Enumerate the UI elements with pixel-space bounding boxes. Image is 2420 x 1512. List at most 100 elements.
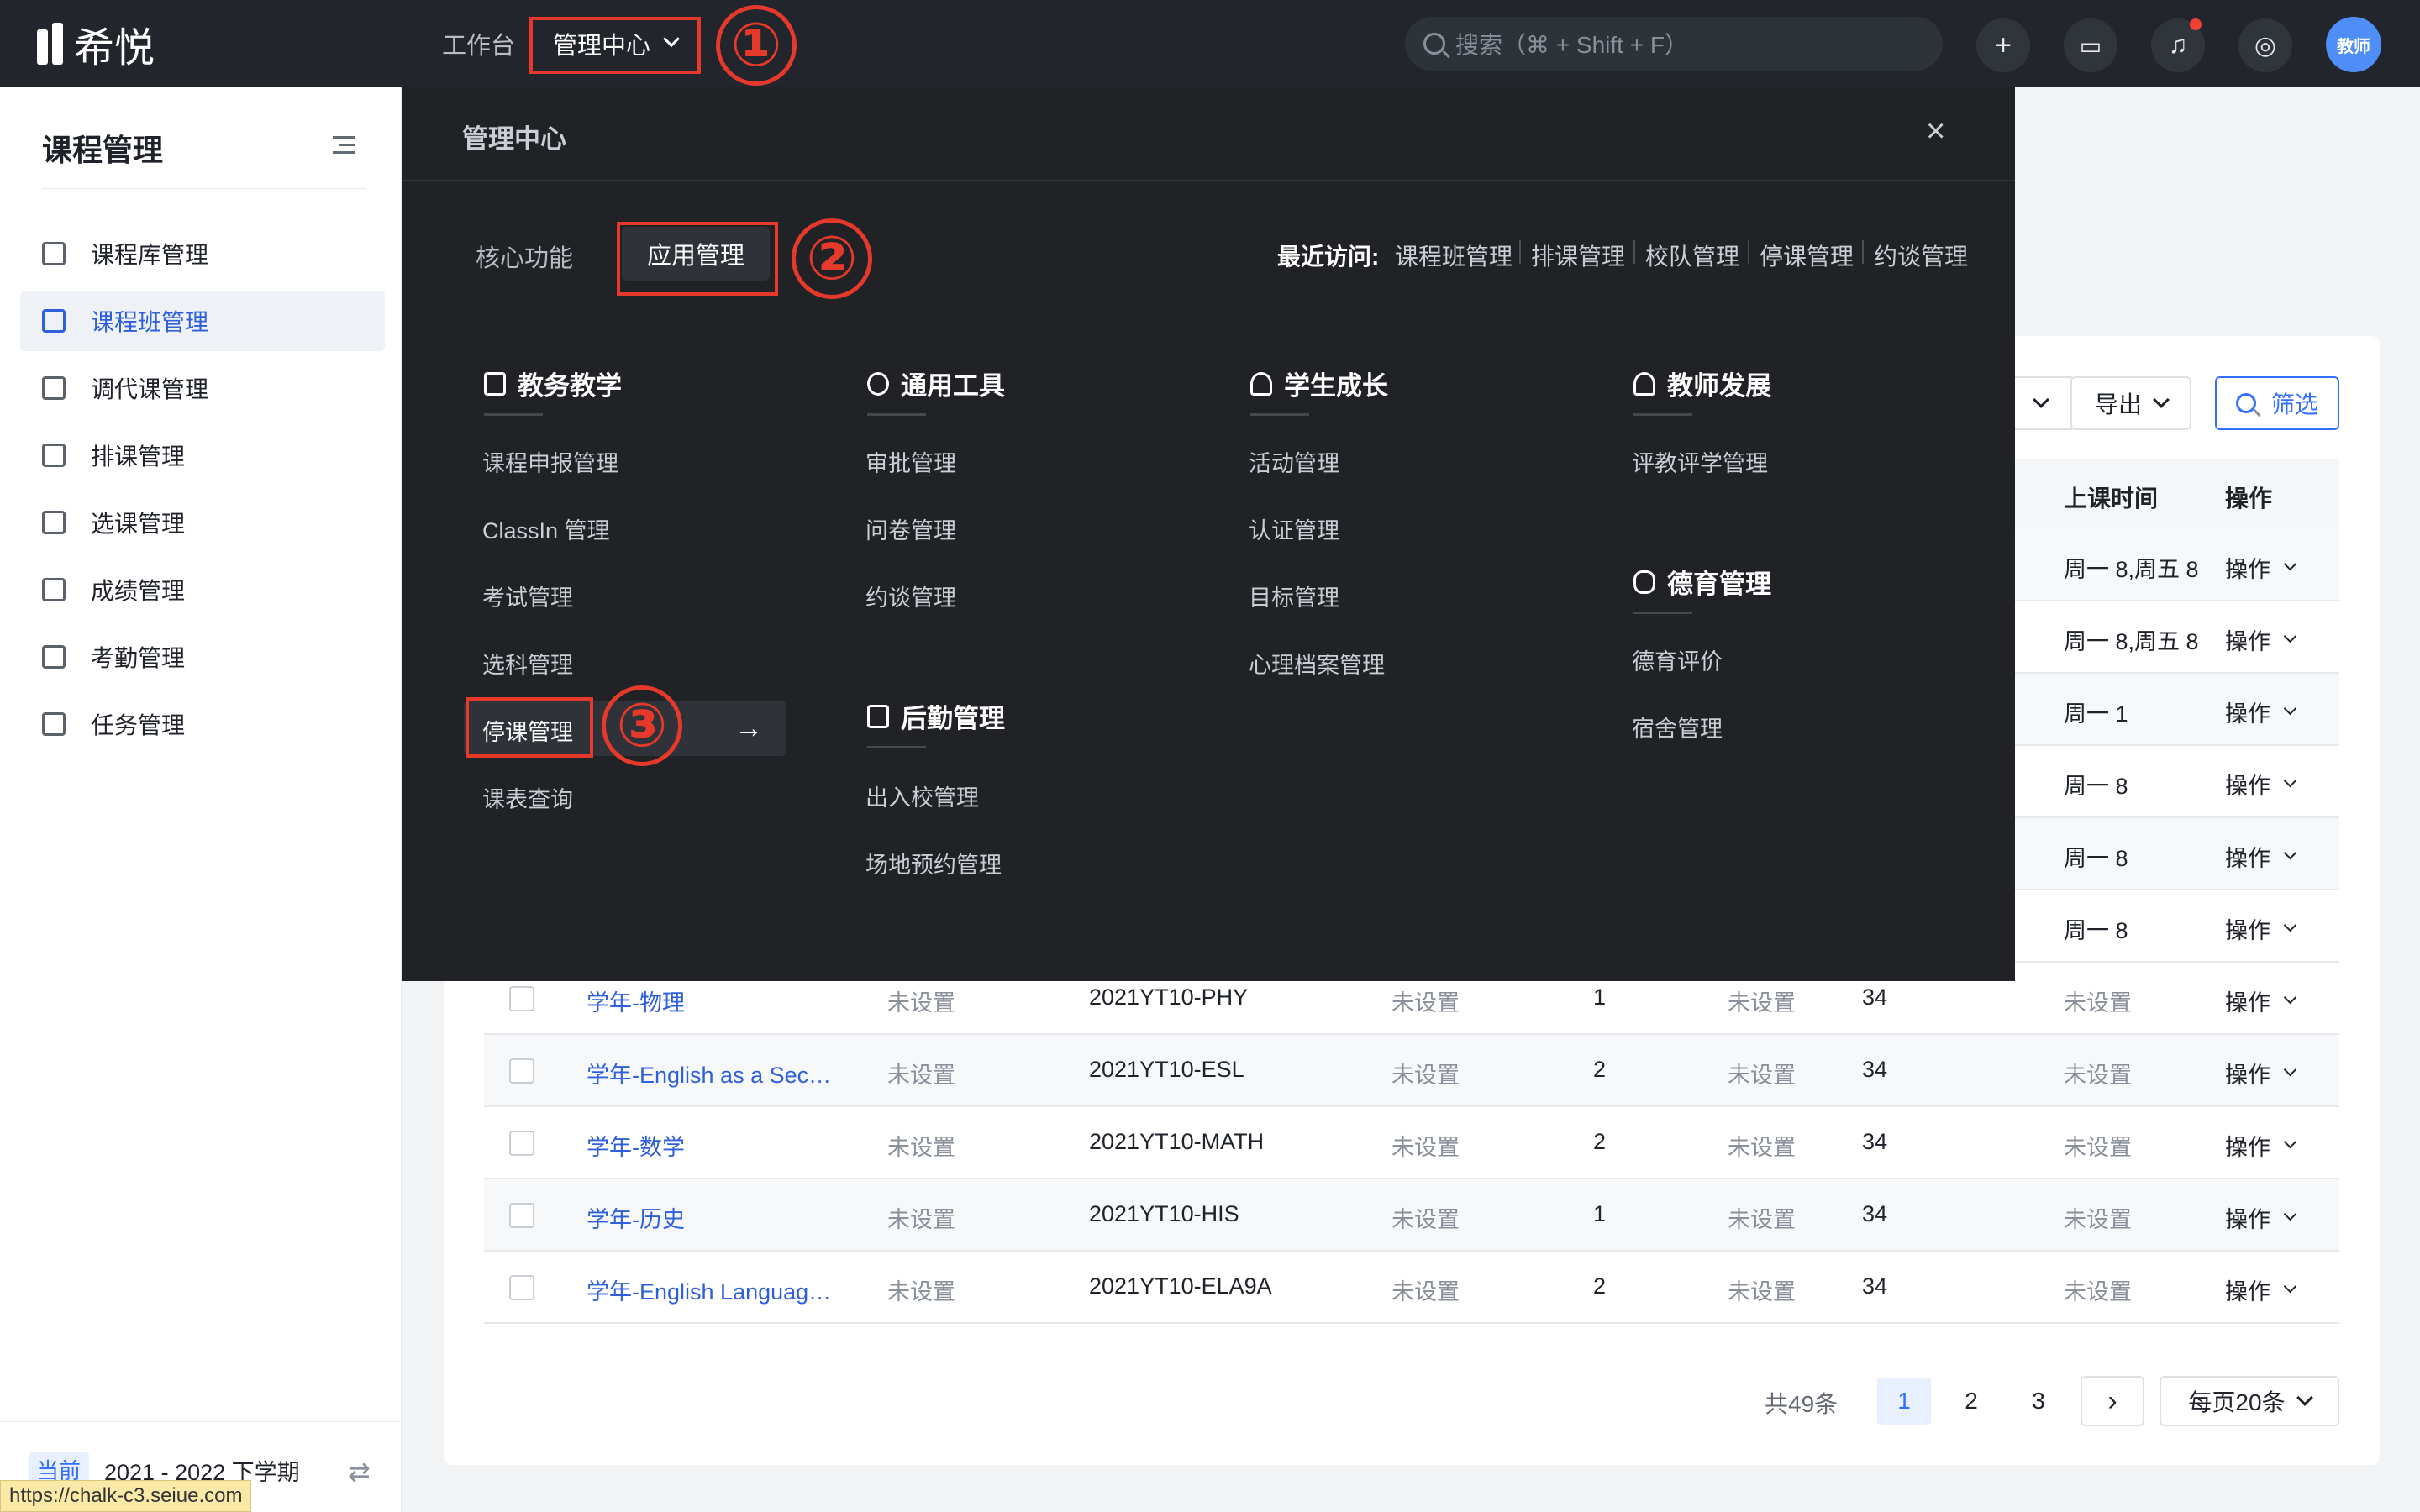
row-action-menu[interactable]: 操作 xyxy=(2225,623,2297,656)
chevron-down-icon xyxy=(2283,701,2297,716)
row-action-menu[interactable]: 操作 xyxy=(2225,1057,2297,1089)
checkbox-icon xyxy=(42,511,66,534)
divider xyxy=(1634,240,1635,264)
cell-time: 未设置 xyxy=(2064,1063,2132,1088)
filter-label: 筛选 xyxy=(2270,391,2318,417)
cell-class-name[interactable]: 学年-数学 xyxy=(587,1129,685,1162)
menu-item-activity[interactable]: 活动管理 xyxy=(1249,445,1339,478)
menu-item-psych-records[interactable]: 心理档案管理 xyxy=(1249,647,1385,680)
menu-item-timetable[interactable]: 课表查询 xyxy=(482,781,573,814)
bell-icon[interactable]: ♫ xyxy=(2151,18,2205,72)
category-title: 通用工具 xyxy=(901,371,1005,401)
menu-item-venue-booking[interactable]: 场地预约管理 xyxy=(865,847,1002,879)
row-action-menu[interactable]: 操作 xyxy=(2225,696,2297,728)
menu-item-certification[interactable]: 认证管理 xyxy=(1249,512,1339,545)
cell: 未设置 xyxy=(1728,990,1796,1016)
menu-item-course-application[interactable]: 课程申报管理 xyxy=(482,445,618,478)
menu-item-exam[interactable]: 考试管理 xyxy=(482,580,573,612)
plus-icon[interactable]: + xyxy=(1976,18,2030,72)
page-3-button[interactable]: 3 xyxy=(2012,1378,2065,1425)
annotation-box-2 xyxy=(617,222,778,296)
recent-link[interactable]: 校队管理 xyxy=(1645,239,1739,272)
menu-item-subject-selection[interactable]: 选科管理 xyxy=(482,647,573,680)
row-checkbox[interactable] xyxy=(509,1058,534,1084)
category-title: 后勤管理 xyxy=(901,704,1005,733)
row-action-menu[interactable]: 操作 xyxy=(2225,840,2297,873)
cell-class-name[interactable]: 学年-English as a Sec… xyxy=(587,1057,831,1089)
op-label: 操作 xyxy=(2225,701,2270,727)
page-1-button[interactable]: 1 xyxy=(1877,1378,1931,1425)
divider xyxy=(1519,240,1521,264)
sidebar-item-scheduling[interactable]: 排课管理 xyxy=(20,425,385,486)
avatar[interactable]: 教师 xyxy=(2326,17,2381,72)
filter-button[interactable]: 筛选 xyxy=(2215,376,2339,430)
cell-time: 周一 8 xyxy=(2064,846,2128,871)
cell-time: 周一 8,周五 8 xyxy=(2064,557,2199,582)
grades-icon xyxy=(42,578,66,601)
row-action-menu[interactable]: 操作 xyxy=(2225,1129,2297,1162)
sidebar-item-course-class[interactable]: 课程班管理 xyxy=(20,291,385,351)
sidebar-item-substitute[interactable]: 调代课管理 xyxy=(20,358,385,418)
row-action-menu[interactable]: 操作 xyxy=(2225,551,2297,584)
sidebar-item-tasks[interactable]: 任务管理 xyxy=(20,694,385,754)
substitute-icon xyxy=(42,376,66,400)
nav-workbench[interactable]: 工作台 xyxy=(442,25,515,62)
menu-item-goals[interactable]: 目标管理 xyxy=(1249,580,1339,612)
cell-class-name[interactable]: 学年-物理 xyxy=(587,984,685,1017)
sidebar-item-course-library[interactable]: 课程库管理 xyxy=(20,223,385,284)
row-action-menu[interactable]: 操作 xyxy=(2225,1201,2297,1234)
row-checkbox[interactable] xyxy=(509,1275,534,1300)
term-switcher[interactable]: 当前 2021 - 2022 下学期 ⇄ https://chalk-c3.se… xyxy=(0,1421,402,1512)
sidebar-item-attendance[interactable]: 考勤管理 xyxy=(20,627,385,687)
recent-link[interactable]: 课程班管理 xyxy=(1395,239,1512,272)
next-page-button[interactable]: › xyxy=(2081,1376,2144,1426)
close-icon[interactable]: × xyxy=(1926,113,1945,150)
tab-core-functions[interactable]: 核心功能 xyxy=(476,239,573,274)
cell: 未设置 xyxy=(1728,1063,1796,1088)
row-action-menu[interactable]: 操作 xyxy=(2225,1273,2297,1306)
task-list-icon xyxy=(42,712,66,736)
message-icon[interactable]: ▭ xyxy=(2064,18,2118,72)
row-checkbox[interactable] xyxy=(509,1203,534,1228)
op-label: 操作 xyxy=(2225,1135,2270,1160)
recent-link[interactable]: 约谈管理 xyxy=(1874,239,1968,272)
schedule-icon xyxy=(42,444,66,467)
row-action-menu[interactable]: 操作 xyxy=(2225,984,2297,1017)
menu-item-approval[interactable]: 审批管理 xyxy=(865,445,956,478)
category-title: 教务教学 xyxy=(518,371,622,401)
chevron-down-icon xyxy=(2283,918,2297,932)
row-action-menu[interactable]: 操作 xyxy=(2225,912,2297,945)
row-action-menu[interactable]: 操作 xyxy=(2225,768,2297,801)
sidebar-item-grades[interactable]: 成绩管理 xyxy=(20,559,385,620)
row-checkbox[interactable] xyxy=(509,986,534,1011)
cell-time: 未设置 xyxy=(2064,1279,2132,1305)
category-underline xyxy=(1634,413,1692,416)
help-icon[interactable]: ◎ xyxy=(2238,18,2292,72)
menu-item-moral-evaluation[interactable]: 德育评价 xyxy=(1632,643,1723,676)
cell-class-name[interactable]: 学年-历史 xyxy=(587,1201,685,1234)
page-2-button[interactable]: 2 xyxy=(1944,1378,1998,1425)
menu-item-dormitory[interactable]: 宿舍管理 xyxy=(1632,711,1723,743)
arrow-right-icon[interactable]: → xyxy=(734,712,763,745)
cell-class-name[interactable]: 学年-English Languag… xyxy=(587,1273,831,1306)
menu-item-teaching-evaluation[interactable]: 评教评学管理 xyxy=(1632,445,1768,478)
menu-item-campus-access[interactable]: 出入校管理 xyxy=(865,780,979,812)
recent-link[interactable]: 排课管理 xyxy=(1531,239,1625,272)
collapse-icon[interactable] xyxy=(333,136,355,155)
recent-link[interactable]: 停课管理 xyxy=(1760,239,1854,272)
table-row: 学年-English Languag… 未设置 2021YT10-ELA9A 未… xyxy=(484,1252,2339,1324)
cell: 未设置 xyxy=(1728,1279,1796,1305)
menu-item-classin[interactable]: ClassIn 管理 xyxy=(482,512,610,545)
category-logistics: 后勤管理 xyxy=(867,697,1005,735)
switch-icon[interactable]: ⇄ xyxy=(348,1456,371,1488)
dropdown-button[interactable] xyxy=(2007,376,2075,430)
row-checkbox[interactable] xyxy=(509,1131,534,1156)
page-size-select[interactable]: 每页20条 xyxy=(2160,1376,2339,1426)
global-search-input[interactable]: 搜索（⌘ + Shift + F） xyxy=(1405,17,1943,71)
app-logo[interactable]: 希悦 xyxy=(37,20,155,71)
chevron-down-icon xyxy=(2153,391,2170,408)
menu-item-interview[interactable]: 约谈管理 xyxy=(865,580,956,612)
menu-item-questionnaire[interactable]: 问卷管理 xyxy=(865,512,956,545)
sidebar-item-course-selection[interactable]: 选课管理 xyxy=(20,492,385,553)
export-button[interactable]: 导出 xyxy=(2070,376,2191,430)
